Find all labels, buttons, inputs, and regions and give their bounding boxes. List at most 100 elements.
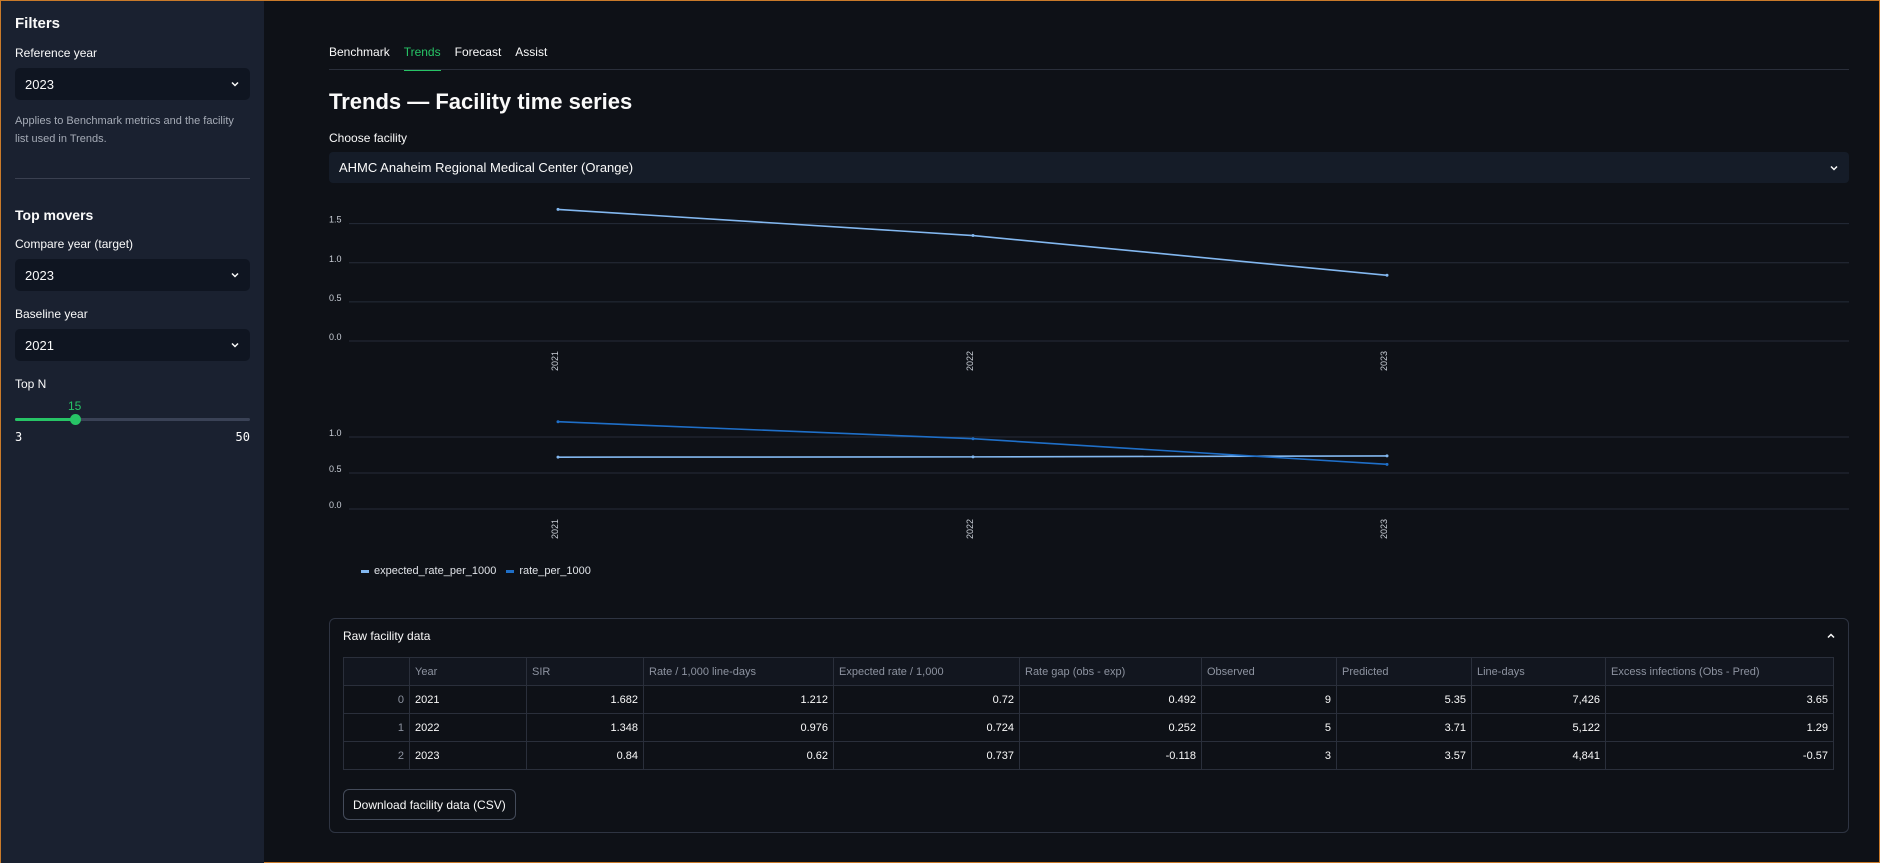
column-header[interactable]: SIR bbox=[526, 657, 644, 686]
cell-year: 2021 bbox=[409, 685, 527, 714]
data-point[interactable] bbox=[1385, 454, 1389, 458]
x-tick-label: 2023 bbox=[1379, 351, 1389, 371]
compare-year-label: Compare year (target) bbox=[15, 237, 134, 251]
legend-item[interactable]: rate_per_1000 bbox=[506, 565, 591, 577]
legend-item[interactable]: expected_rate_per_1000 bbox=[361, 565, 496, 577]
top-n-slider[interactable]: 15 3 50 bbox=[15, 399, 250, 445]
top-n-min: 3 bbox=[15, 430, 23, 444]
tab-benchmark[interactable]: Benchmark bbox=[329, 45, 390, 71]
x-tick-label: 2022 bbox=[965, 519, 975, 539]
cell-observed: 5 bbox=[1201, 713, 1337, 742]
legend-label: rate_per_1000 bbox=[519, 565, 591, 577]
y-tick-label: 1.5 bbox=[329, 215, 342, 225]
data-point[interactable] bbox=[556, 207, 560, 211]
chevron-down-icon bbox=[231, 81, 239, 87]
baseline-year-select[interactable]: 2021 bbox=[15, 329, 250, 361]
baseline-year-label: Baseline year bbox=[15, 307, 88, 321]
cell-line-days: 4,841 bbox=[1471, 741, 1606, 770]
chevron-down-icon bbox=[231, 272, 239, 278]
chevron-up-icon[interactable] bbox=[1826, 631, 1836, 641]
cell-excess: 1.29 bbox=[1605, 713, 1834, 742]
series-line[interactable] bbox=[557, 208, 1388, 277]
table-header-row: Year SIR Rate / 1,000 line-days Expected… bbox=[343, 657, 1834, 686]
cell-rate: 1.212 bbox=[643, 685, 834, 714]
column-header[interactable]: Excess infections (Obs - Pred) bbox=[1605, 657, 1834, 686]
cell-excess: 3.65 bbox=[1605, 685, 1834, 714]
column-header[interactable]: Observed bbox=[1201, 657, 1337, 686]
column-header[interactable]: Rate gap (obs - exp) bbox=[1019, 657, 1202, 686]
cell-rate-gap: 0.492 bbox=[1019, 685, 1202, 714]
column-header[interactable] bbox=[343, 657, 410, 686]
compare-year-select[interactable]: 2023 bbox=[15, 259, 250, 291]
top-n-value: 15 bbox=[68, 399, 82, 413]
row-index: 0 bbox=[343, 685, 410, 714]
cell-year: 2022 bbox=[409, 713, 527, 742]
cell-expected-rate: 0.724 bbox=[833, 713, 1020, 742]
cell-rate-gap: -0.118 bbox=[1019, 741, 1202, 770]
chart-legend: expected_rate_per_1000 rate_per_1000 bbox=[361, 565, 591, 577]
x-tick-label: 2023 bbox=[1379, 519, 1389, 539]
column-header[interactable]: Expected rate / 1,000 bbox=[833, 657, 1020, 686]
column-header[interactable]: Predicted bbox=[1336, 657, 1472, 686]
top-movers-heading: Top movers bbox=[15, 207, 94, 223]
sir-line-chart: 0.0 0.5 1.0 1.5 2021 2022 2023 bbox=[329, 207, 1849, 371]
facility-select[interactable]: AHMC Anaheim Regional Medical Center (Or… bbox=[329, 152, 1849, 183]
tab-trends[interactable]: Trends bbox=[403, 45, 441, 71]
reference-year-label: Reference year bbox=[15, 46, 98, 60]
y-tick-label: 0.0 bbox=[329, 500, 342, 510]
column-header[interactable]: Rate / 1,000 line-days bbox=[643, 657, 834, 686]
cell-rate: 0.976 bbox=[643, 713, 834, 742]
y-tick-label: 1.0 bbox=[329, 254, 342, 264]
compare-year-value: 2023 bbox=[25, 267, 54, 283]
raw-data-expander: Raw facility data Year SIR Rate / 1,000 … bbox=[329, 618, 1849, 833]
top-n-max: 50 bbox=[235, 430, 250, 444]
data-point[interactable] bbox=[1385, 462, 1389, 466]
data-point[interactable] bbox=[556, 455, 560, 459]
table-row: 0 2021 1.682 1.212 0.72 0.492 9 5.35 7,4… bbox=[343, 685, 1834, 714]
cell-excess: -0.57 bbox=[1605, 741, 1834, 770]
cell-rate: 0.62 bbox=[643, 741, 834, 770]
expander-title[interactable]: Raw facility data bbox=[343, 629, 430, 643]
table-row: 2 2023 0.84 0.62 0.737 -0.118 3 3.57 4,8… bbox=[343, 741, 1834, 770]
y-tick-label: 0.0 bbox=[329, 332, 342, 342]
sidebar-divider bbox=[15, 178, 250, 179]
download-csv-button[interactable]: Download facility data (CSV) bbox=[343, 789, 516, 820]
tab-forecast[interactable]: Forecast bbox=[455, 45, 502, 71]
tab-bar: Benchmark Trends Forecast Assist bbox=[329, 45, 547, 71]
x-tick-label: 2021 bbox=[550, 519, 560, 539]
cell-predicted: 5.35 bbox=[1336, 685, 1472, 714]
page-title: Trends — Facility time series bbox=[329, 89, 633, 114]
row-index: 2 bbox=[343, 741, 410, 770]
cell-observed: 3 bbox=[1201, 741, 1337, 770]
data-point[interactable] bbox=[1385, 273, 1389, 277]
cell-sir: 0.84 bbox=[526, 741, 644, 770]
reference-year-select[interactable]: 2023 bbox=[15, 68, 250, 100]
slider-thumb[interactable] bbox=[70, 414, 81, 425]
data-point[interactable] bbox=[971, 437, 975, 441]
reference-year-note: Applies to Benchmark metrics and the fac… bbox=[15, 115, 234, 145]
data-point[interactable] bbox=[971, 234, 975, 238]
cell-expected-rate: 0.72 bbox=[833, 685, 1020, 714]
cell-predicted: 3.57 bbox=[1336, 741, 1472, 770]
tab-assist[interactable]: Assist bbox=[515, 45, 547, 71]
data-point[interactable] bbox=[971, 455, 975, 459]
top-n-label: Top N bbox=[15, 377, 47, 391]
facility-label: Choose facility bbox=[329, 131, 408, 145]
filters-heading: Filters bbox=[15, 15, 61, 32]
cell-sir: 1.348 bbox=[526, 713, 644, 742]
column-header[interactable]: Year bbox=[409, 657, 527, 686]
cell-line-days: 7,426 bbox=[1471, 685, 1606, 714]
chevron-down-icon bbox=[1830, 165, 1838, 171]
y-tick-label: 1.0 bbox=[329, 428, 342, 438]
baseline-year-value: 2021 bbox=[25, 337, 54, 353]
cell-sir: 1.682 bbox=[526, 685, 644, 714]
column-header[interactable]: Line-days bbox=[1471, 657, 1606, 686]
x-tick-label: 2021 bbox=[550, 351, 560, 371]
data-point[interactable] bbox=[556, 420, 560, 424]
cell-predicted: 3.71 bbox=[1336, 713, 1472, 742]
row-index: 1 bbox=[343, 713, 410, 742]
cell-expected-rate: 0.737 bbox=[833, 741, 1020, 770]
legend-swatch bbox=[361, 569, 369, 573]
raw-data-table: Year SIR Rate / 1,000 line-days Expected… bbox=[343, 657, 1834, 770]
y-tick-label: 0.5 bbox=[329, 293, 342, 303]
